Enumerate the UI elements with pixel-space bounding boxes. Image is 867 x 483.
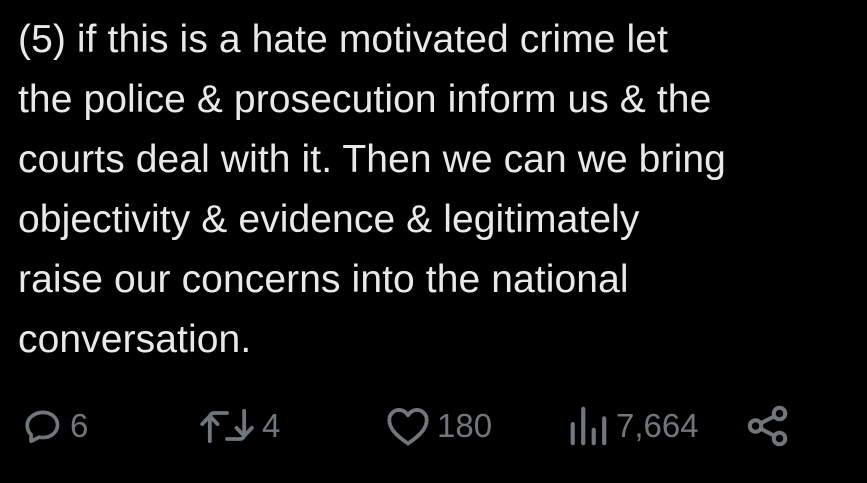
like-button[interactable]: 180 <box>385 398 492 454</box>
tweet-text-line: conversation. <box>18 318 252 361</box>
reply-count: 6 <box>70 407 89 444</box>
heart-icon <box>385 405 431 447</box>
comment-bubble-icon <box>22 405 64 447</box>
tweet-action-bar: 6 4 180 7,664 <box>0 398 867 454</box>
retweet-arrows-icon <box>198 405 256 447</box>
retweet-button[interactable]: 4 <box>198 398 280 454</box>
reply-button[interactable]: 6 <box>22 398 88 454</box>
share-button[interactable] <box>745 398 791 454</box>
views-button[interactable]: 7,664 <box>566 398 699 454</box>
bar-chart-icon <box>566 405 610 447</box>
tweet-text-line: courts deal with it. Then we can we brin… <box>18 138 726 181</box>
tweet-text-line: the police & prosecution inform us & the <box>18 78 712 121</box>
tweet-text-line: raise our concerns into the national <box>18 258 629 301</box>
tweet-text-line: (5) if this is a hate motivated crime le… <box>18 18 668 61</box>
views-count: 7,664 <box>616 407 699 444</box>
tweet-text: (5) if this is a hate motivated crime le… <box>18 10 858 370</box>
tweet: (5) if this is a hate motivated crime le… <box>0 0 867 483</box>
retweet-count: 4 <box>262 407 281 444</box>
like-count: 180 <box>437 407 493 444</box>
tweet-text-line: objectivity & evidence & legitimately <box>18 198 640 241</box>
share-nodes-icon <box>745 403 791 449</box>
